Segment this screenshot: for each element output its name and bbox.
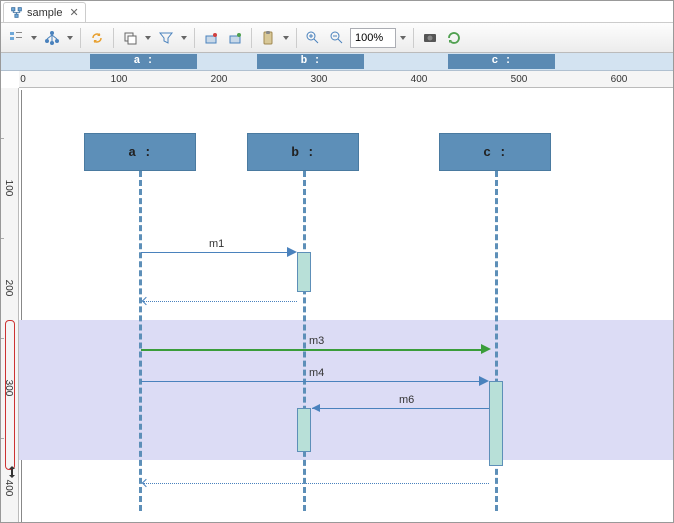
export-image-button[interactable] [419, 27, 441, 49]
filter-button[interactable] [155, 27, 177, 49]
close-icon[interactable]: ✕ [69, 6, 78, 19]
editor-tab-bar: sample ✕ [1, 1, 673, 23]
message-label: m6 [399, 394, 414, 406]
message-m6[interactable] [312, 408, 489, 409]
header-pill-b[interactable]: b : [257, 54, 364, 69]
arrow-icon [312, 404, 320, 412]
ruler-horizontal: 0 100 200 300 400 500 600 [19, 71, 673, 88]
separator [413, 28, 414, 48]
resize-arrow-icon[interactable] [8, 466, 16, 478]
ruler-vertical: 100 200 300 400 [1, 88, 19, 522]
paste-button[interactable] [257, 27, 279, 49]
outline-button[interactable] [5, 27, 27, 49]
separator [251, 28, 252, 48]
arrow-icon [142, 297, 150, 305]
zoom-in-button[interactable] [302, 27, 324, 49]
zoom-input[interactable] [350, 28, 396, 48]
outline-dropdown[interactable] [29, 27, 39, 49]
message-m4[interactable] [141, 381, 487, 382]
diagram-icon [10, 6, 23, 19]
refresh-green-button[interactable] [443, 27, 465, 49]
layout-button[interactable] [41, 27, 63, 49]
separator [194, 28, 195, 48]
header-pill-c[interactable]: c : [448, 54, 555, 69]
zoom-dropdown[interactable] [398, 27, 408, 49]
message-label: m1 [209, 238, 224, 250]
tab-title: sample [27, 7, 62, 19]
message-label: m4 [309, 367, 324, 379]
lifeline-head-a[interactable]: a : [84, 133, 196, 171]
pin-button[interactable] [200, 27, 222, 49]
arrow-icon [481, 344, 491, 354]
paste-dropdown[interactable] [281, 27, 291, 49]
filter-dropdown[interactable] [179, 27, 189, 49]
header-pill-a[interactable]: a : [90, 54, 197, 69]
lifeline-head-b[interactable]: b : [247, 133, 359, 171]
message-label: m3 [309, 335, 324, 347]
diagram-canvas[interactable]: a : b : c : m1 m3 m4 m6 [19, 88, 673, 522]
selection-range-handle[interactable] [5, 320, 15, 470]
separator [113, 28, 114, 48]
message-return-m1[interactable] [143, 301, 297, 302]
copy-layout-dropdown[interactable] [143, 27, 153, 49]
activation-b-1[interactable] [297, 252, 311, 292]
message-m1[interactable] [141, 252, 295, 253]
refresh-button[interactable] [86, 27, 108, 49]
lifeline-b[interactable] [303, 171, 306, 511]
arrow-icon [287, 247, 297, 257]
activation-b-2[interactable] [297, 408, 311, 452]
message-return-m4[interactable] [143, 483, 489, 484]
editor-tab[interactable]: sample ✕ [3, 2, 86, 22]
zoom-out-button[interactable] [326, 27, 348, 49]
unpin-button[interactable] [224, 27, 246, 49]
lifeline-header-bar: a : b : c : [1, 53, 673, 71]
copy-layout-button[interactable] [119, 27, 141, 49]
work-area: 100 200 300 400 a : b : c : m1 [1, 88, 673, 522]
interaction-highlight [19, 320, 673, 460]
toolbar [1, 23, 673, 53]
lifeline-a[interactable] [139, 171, 142, 511]
arrow-icon [479, 376, 489, 386]
message-m3[interactable] [141, 349, 487, 351]
layout-dropdown[interactable] [65, 27, 75, 49]
arrow-icon [142, 479, 150, 487]
separator [296, 28, 297, 48]
separator [80, 28, 81, 48]
lifeline-head-c[interactable]: c : [439, 133, 551, 171]
activation-c-1[interactable] [489, 381, 503, 466]
